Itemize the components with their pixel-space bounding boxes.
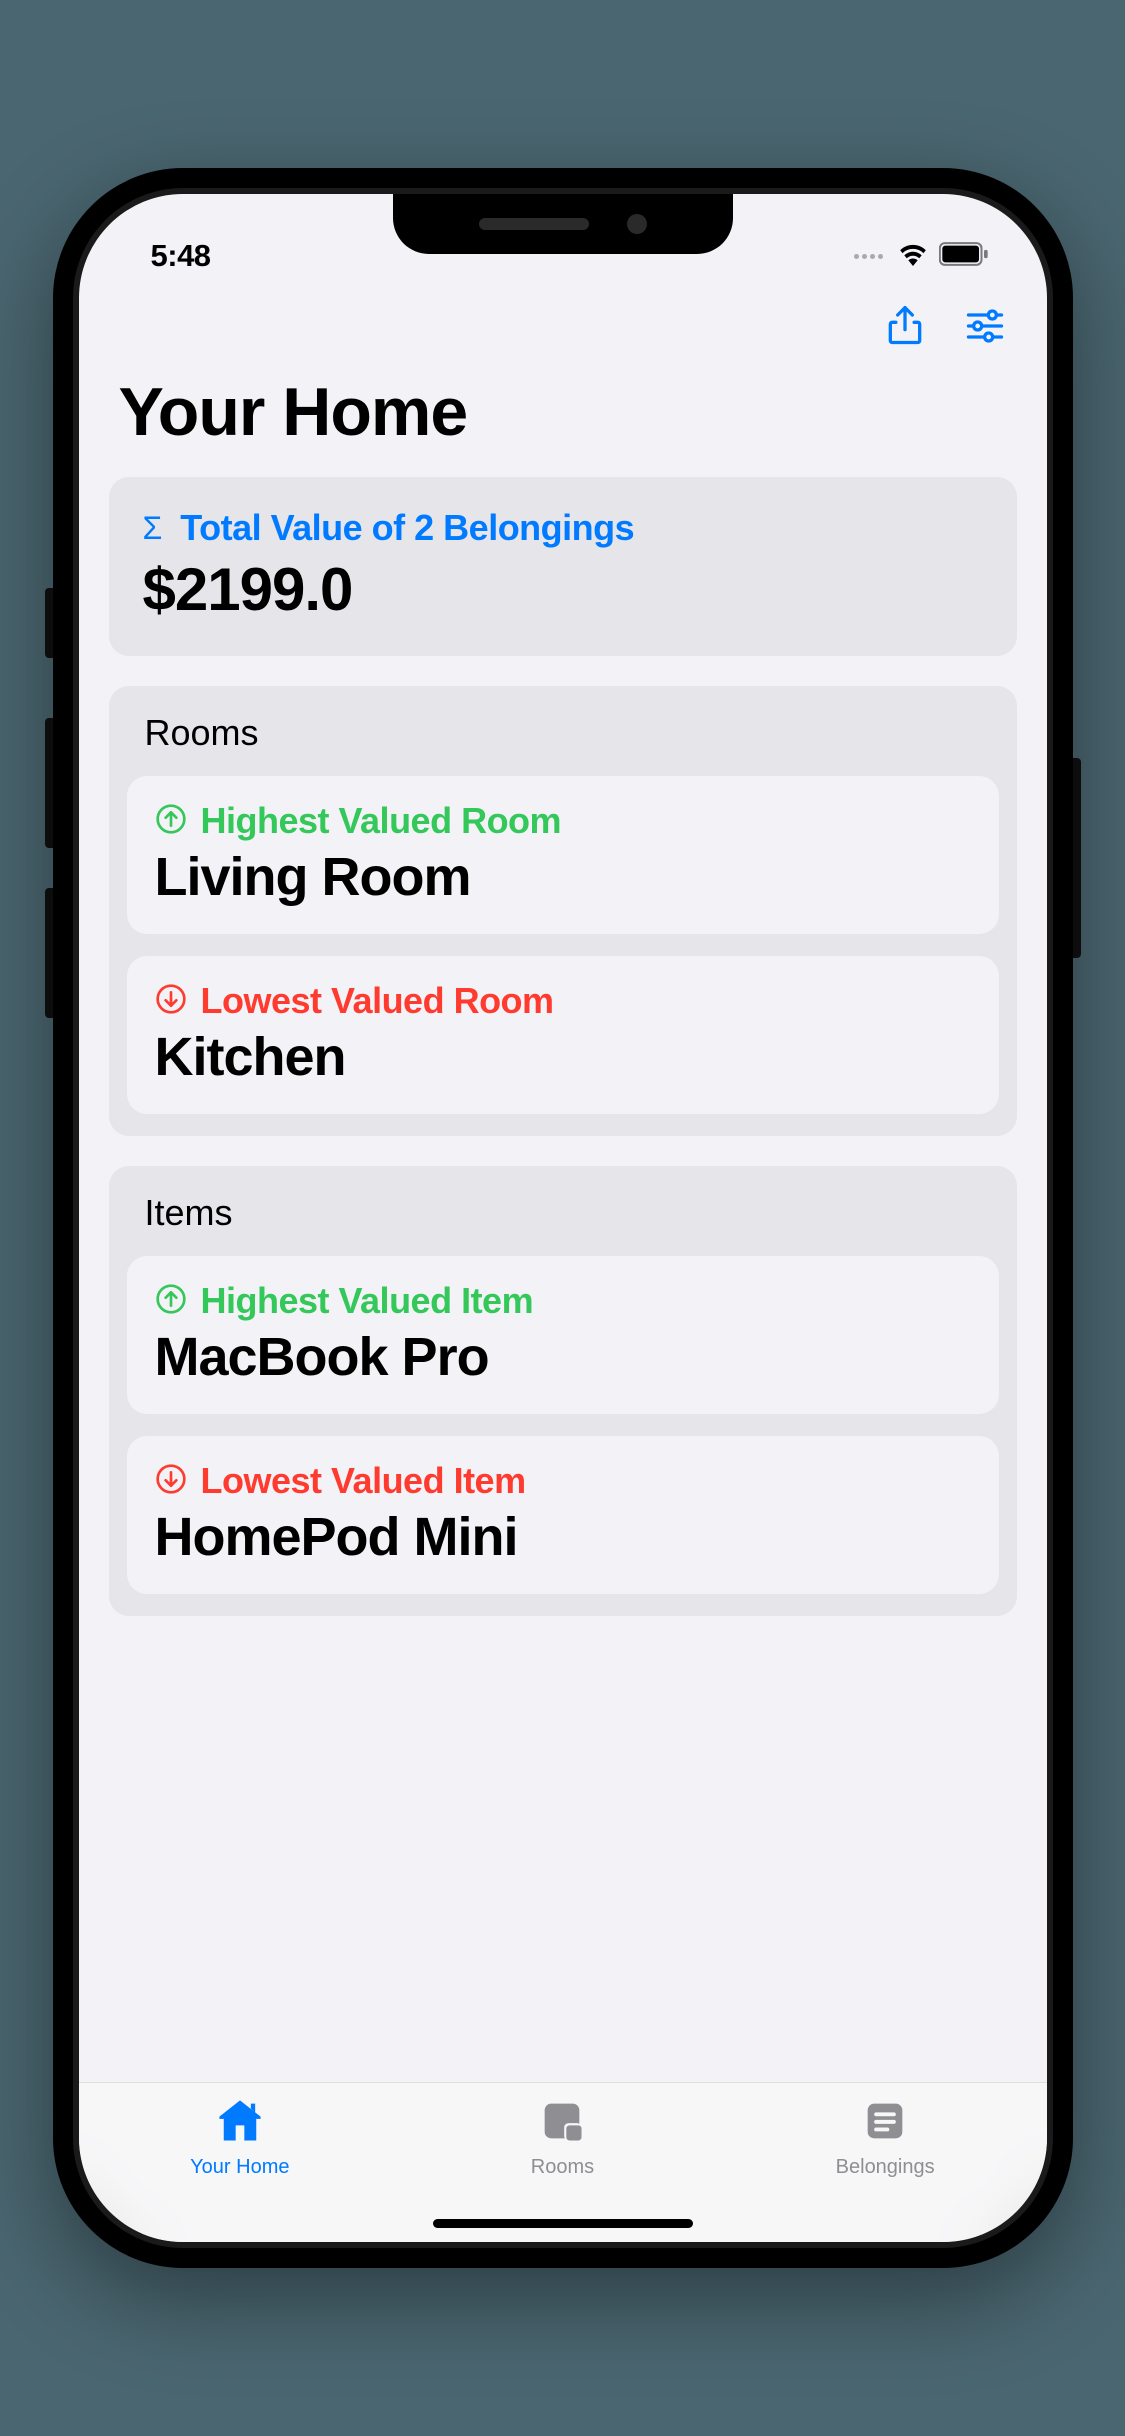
lowest-room-label: Lowest Valued Room [201, 980, 554, 1022]
belongings-icon [859, 2095, 911, 2152]
home-indicator[interactable] [433, 2219, 693, 2228]
arrow-down-circle-icon [155, 1463, 187, 1500]
arrow-up-circle-icon [155, 1283, 187, 1320]
lowest-room-card[interactable]: Lowest Valued Room Kitchen [127, 956, 999, 1114]
total-value-amount: $2199.0 [143, 555, 983, 624]
lowest-item-label: Lowest Valued Item [201, 1460, 526, 1502]
lowest-item-value: HomePod Mini [155, 1506, 971, 1568]
items-section: Items Highest Valued Item [109, 1166, 1017, 1616]
total-value-card[interactable]: Σ Total Value of 2 Belongings $2199.0 [109, 477, 1017, 656]
wifi-icon [897, 242, 929, 271]
sigma-icon: Σ [143, 510, 163, 547]
volume-up-button [45, 718, 53, 848]
battery-icon [939, 242, 989, 271]
settings-sliders-icon[interactable] [963, 304, 1007, 353]
mute-switch [45, 588, 53, 658]
highest-room-card[interactable]: Highest Valued Room Living Room [127, 776, 999, 934]
tab-rooms-label: Rooms [531, 2156, 594, 2179]
notch-speaker [479, 218, 589, 230]
arrow-up-circle-icon [155, 803, 187, 840]
tab-rooms[interactable]: Rooms [462, 2095, 662, 2179]
tab-belongings[interactable]: Belongings [785, 2095, 985, 2179]
content-area: Σ Total Value of 2 Belongings $2199.0 Ro… [79, 477, 1047, 1616]
lowest-item-card[interactable]: Lowest Valued Item HomePod Mini [127, 1436, 999, 1594]
power-button [1073, 758, 1081, 958]
tab-your-home[interactable]: Your Home [140, 2095, 340, 2179]
share-icon[interactable] [883, 304, 927, 353]
rooms-heading: Rooms [127, 712, 999, 754]
status-time: 5:48 [151, 238, 211, 274]
arrow-down-circle-icon [155, 983, 187, 1020]
highest-item-card[interactable]: Highest Valued Item MacBook Pro [127, 1256, 999, 1414]
lowest-room-value: Kitchen [155, 1026, 971, 1088]
volume-down-button [45, 888, 53, 1018]
tab-belongings-label: Belongings [836, 2156, 935, 2179]
highest-room-label: Highest Valued Room [201, 800, 562, 842]
screen: 5:48 [79, 194, 1047, 2242]
page-title: Your Home [79, 369, 1047, 477]
highest-item-value: MacBook Pro [155, 1326, 971, 1388]
notch [393, 194, 733, 254]
highest-item-label: Highest Valued Item [201, 1280, 534, 1322]
tab-home-label: Your Home [190, 2156, 289, 2179]
status-indicators [854, 242, 989, 271]
notch-camera [627, 214, 647, 234]
rooms-icon [536, 2095, 588, 2152]
rooms-section: Rooms Highest Valued Room [109, 686, 1017, 1136]
phone-frame: 5:48 [53, 168, 1073, 2268]
items-heading: Items [127, 1192, 999, 1234]
navigation-bar [79, 294, 1047, 369]
tab-bar: Your Home Rooms [79, 2082, 1047, 2242]
home-icon [214, 2095, 266, 2152]
highest-room-value: Living Room [155, 846, 971, 908]
cellular-dots-icon [854, 254, 883, 259]
total-value-label: Total Value of 2 Belongings [180, 507, 634, 549]
